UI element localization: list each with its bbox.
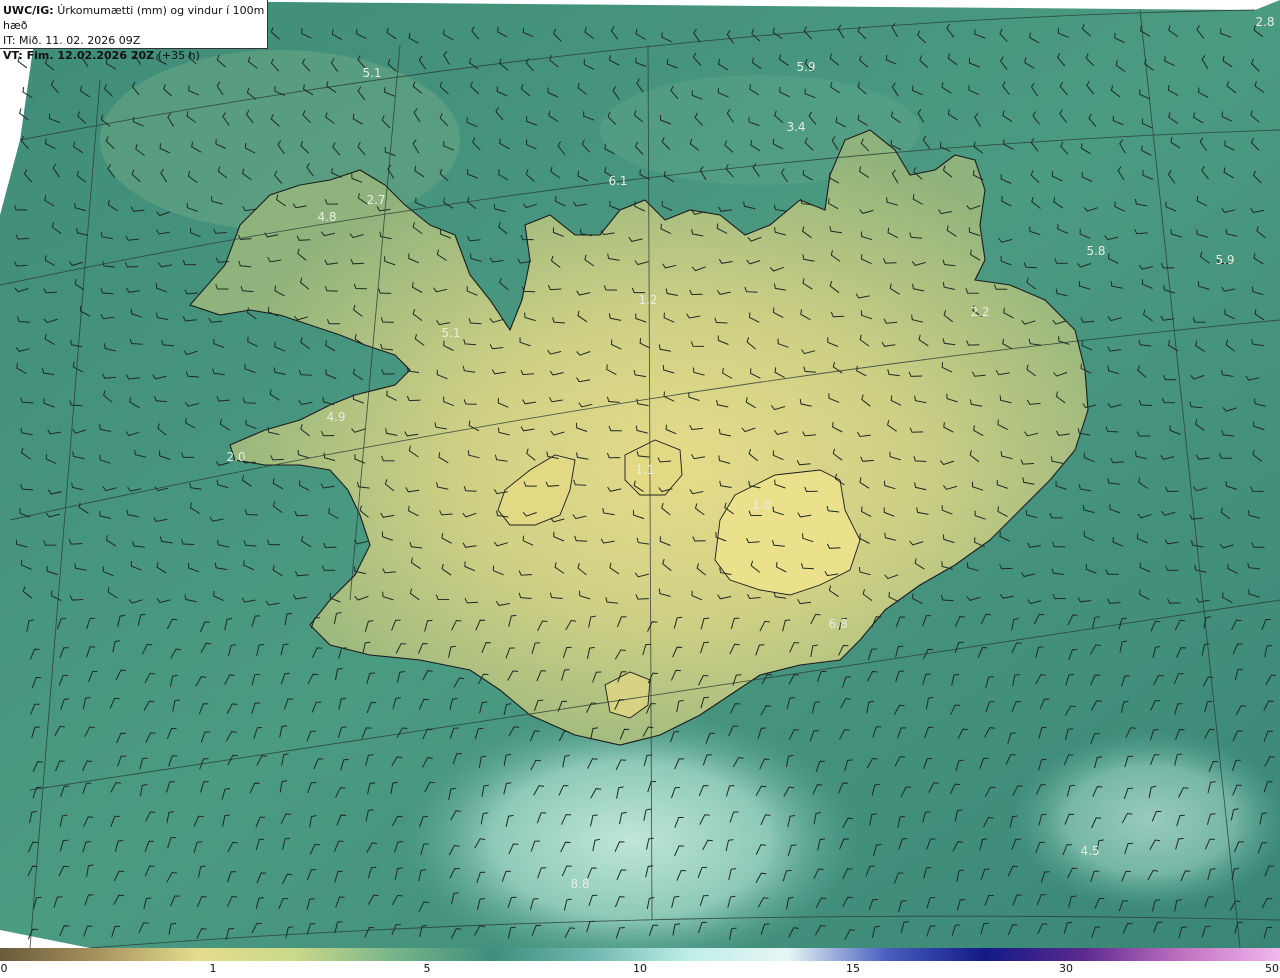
info-box: UWC/IG: Úrkomumætti (mm) og vindur í 100… [0,0,268,62]
colorbar-tick-label: 5 [423,962,431,975]
colorbar-tick-label: 10 [633,962,647,975]
precip-value-label: 2.8 [1255,15,1275,29]
lead-time: (+35 h) [157,49,200,62]
precip-value-label: 2.7 [366,193,386,207]
colorbar: 0 1 5 10 15 30 50 [0,948,1280,978]
precip-value-label: 5.1 [362,66,382,80]
precip-value-label: 4.8 [317,210,337,224]
southeast-sea-blob [1010,730,1280,910]
colorbar-strip [0,948,1280,961]
precip-value-label: 4.9 [326,410,346,424]
precip-value-label: 5.9 [1215,253,1235,267]
precip-value-label: 2.2 [970,305,990,319]
title-line: UWC/IG: Úrkomumætti (mm) og vindur í 100… [3,3,267,33]
colorbar-tick-label: 0 [0,962,8,975]
precip-value-label: 4.5 [1080,844,1100,858]
precip-value-label: 2.0 [226,450,246,464]
valid-time-line: VT: Fim. 12.02.2026 20Z (+35 h) [3,48,267,63]
precip-value-label: 3.4 [786,120,806,134]
precip-value-label: 6.8 [828,617,848,631]
colorbar-tick-label: 15 [846,962,860,975]
precip-value-label: 5.8 [1086,244,1106,258]
colorbar-tick-label: 30 [1059,962,1073,975]
product-label: UWC/IG: [3,4,54,17]
precip-value-label: 1.0 [752,498,772,512]
issue-time: IT: Mið. 11. 02. 2026 09Z [3,34,141,47]
colorbar-tick-label: 1 [209,962,217,975]
map-area[interactable]: 5.1 5.9 3.4 6.1 4.8 2.7 5.8 5.9 2.2 5.1 4.9 2.0 1.1 1… [0,0,1280,948]
precip-value-label: 5.9 [796,60,816,74]
colorbar-tick-label: 50 [1265,962,1279,975]
precip-value-label: 5.1 [441,326,461,340]
valid-time: VT: Fim. 12.02.2026 20Z [3,49,155,62]
precip-value-label: 6.1 [608,174,628,188]
precip-value-label: 1.1 [635,463,655,477]
precip-value-label: 8.8 [570,877,590,891]
precip-value-label: 1.2 [638,293,658,307]
